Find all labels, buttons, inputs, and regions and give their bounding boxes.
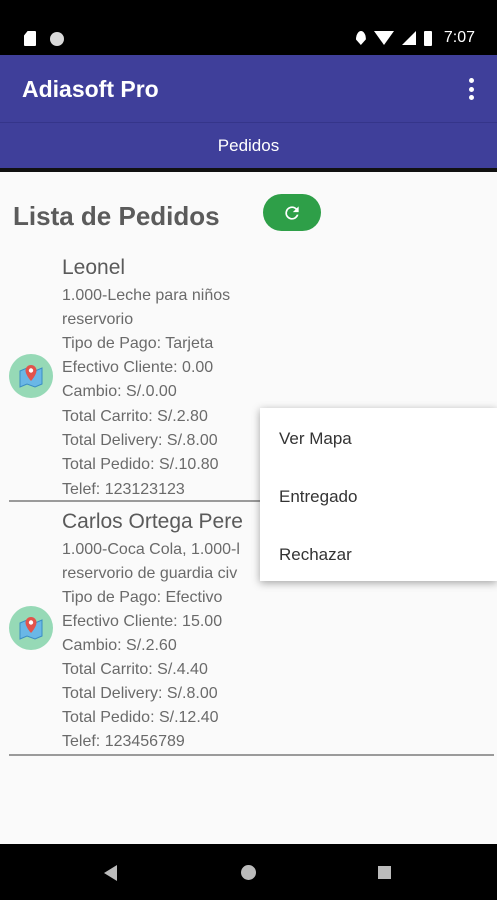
- client-cash: Efectivo Cliente: 0.00: [62, 359, 214, 376]
- navigation-bar: [0, 844, 497, 900]
- battery-icon: [423, 30, 432, 46]
- list-divider: [9, 754, 494, 756]
- tab-bar: Pedidos: [0, 122, 497, 169]
- customer-name: Carlos Ortega Pere: [62, 510, 243, 533]
- order-items: 1.000-Leche para niños: [62, 287, 231, 304]
- cart-total: Total Carrito: S/.4.40: [62, 661, 208, 678]
- payment-type: Tipo de Pago: Efectivo: [62, 589, 223, 606]
- sd-card-icon: [24, 31, 36, 46]
- status-clock: 7:07: [443, 29, 475, 46]
- app-bar: Adiasoft Pro: [0, 55, 497, 122]
- back-icon[interactable]: [104, 865, 117, 881]
- map-pin-icon[interactable]: [9, 606, 53, 650]
- phone-number: Telef: 123456789: [62, 733, 185, 750]
- signal-icon: [401, 31, 416, 45]
- page-title: Lista de Pedidos: [13, 201, 220, 231]
- change-amount: Cambio: S/.2.60: [62, 637, 177, 654]
- client-cash: Efectivo Cliente: 15.00: [62, 613, 223, 630]
- menu-item-rechazar[interactable]: Rechazar: [279, 545, 352, 565]
- status-bar: 7:07: [0, 0, 497, 55]
- tab-pedidos[interactable]: Pedidos: [218, 136, 279, 156]
- wifi-icon: [373, 31, 394, 45]
- order-context-menu: Ver Mapa Entregado Rechazar: [260, 408, 497, 581]
- phone-number: Telef: 123123123: [62, 481, 185, 498]
- order-items: 1.000-Coca Cola, 1.000-l: [62, 541, 240, 558]
- menu-item-ver-mapa[interactable]: Ver Mapa: [279, 429, 352, 449]
- order-total: Total Pedido: S/.10.80: [62, 456, 219, 473]
- refresh-icon: [285, 205, 299, 220]
- cart-total: Total Carrito: S/.2.80: [62, 408, 208, 425]
- map-pin-icon[interactable]: [9, 354, 53, 398]
- menu-item-entregado[interactable]: Entregado: [279, 487, 357, 507]
- payment-type: Tipo de Pago: Tarjeta: [62, 335, 214, 352]
- notification-icon: [50, 31, 64, 46]
- more-vert-icon[interactable]: [469, 78, 475, 100]
- order-address: reservorio: [62, 311, 134, 328]
- delivery-total: Total Delivery: S/.8.00: [62, 685, 218, 702]
- app-title: Adiasoft Pro: [22, 76, 159, 102]
- customer-name: Leonel: [62, 256, 126, 279]
- order-address: reservorio de guardia civ: [62, 565, 238, 582]
- change-amount: Cambio: S/.0.00: [62, 383, 177, 400]
- recent-apps-icon[interactable]: [378, 866, 391, 879]
- phone-screen: 7:07 Adiasoft Pro Pedidos Lista de Pedid…: [0, 0, 497, 900]
- order-total: Total Pedido: S/.12.40: [62, 709, 219, 726]
- refresh-button[interactable]: [263, 194, 321, 231]
- home-icon[interactable]: [241, 865, 256, 880]
- location-icon: [355, 31, 366, 45]
- delivery-total: Total Delivery: S/.8.00: [62, 432, 218, 449]
